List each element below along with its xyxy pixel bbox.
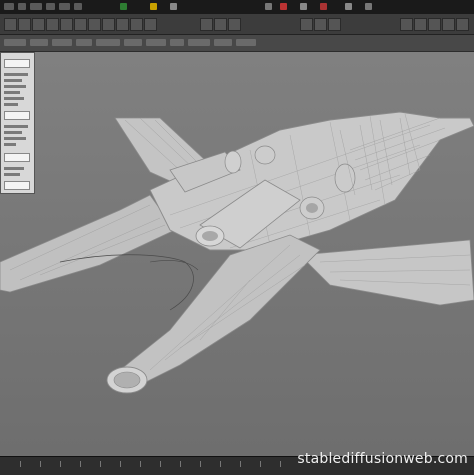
lower-boom — [119, 234, 321, 386]
panel-row[interactable] — [4, 131, 22, 134]
panel-row[interactable] — [4, 79, 22, 82]
panel-row[interactable] — [4, 73, 28, 76]
panel-row[interactable] — [4, 167, 24, 170]
attribute-panel — [0, 52, 35, 194]
aircraft-model[interactable] — [0, 0, 474, 474]
engine-pod — [254, 145, 276, 165]
panel-row[interactable] — [4, 137, 26, 140]
panel-field[interactable] — [4, 111, 30, 120]
panel-row[interactable] — [4, 143, 16, 146]
panel-row[interactable] — [4, 85, 26, 88]
engine-pod — [334, 163, 356, 193]
panel-row[interactable] — [4, 103, 18, 106]
panel-field[interactable] — [4, 181, 30, 190]
panel-row[interactable] — [4, 173, 20, 176]
panel-row[interactable] — [4, 97, 24, 100]
panel-field[interactable] — [4, 153, 30, 162]
watermark-text: stablediffusionweb.com — [297, 451, 468, 467]
panel-row[interactable] — [4, 125, 28, 128]
panel-row[interactable] — [4, 91, 20, 94]
right-wing — [299, 239, 474, 306]
panel-field[interactable] — [4, 59, 30, 68]
